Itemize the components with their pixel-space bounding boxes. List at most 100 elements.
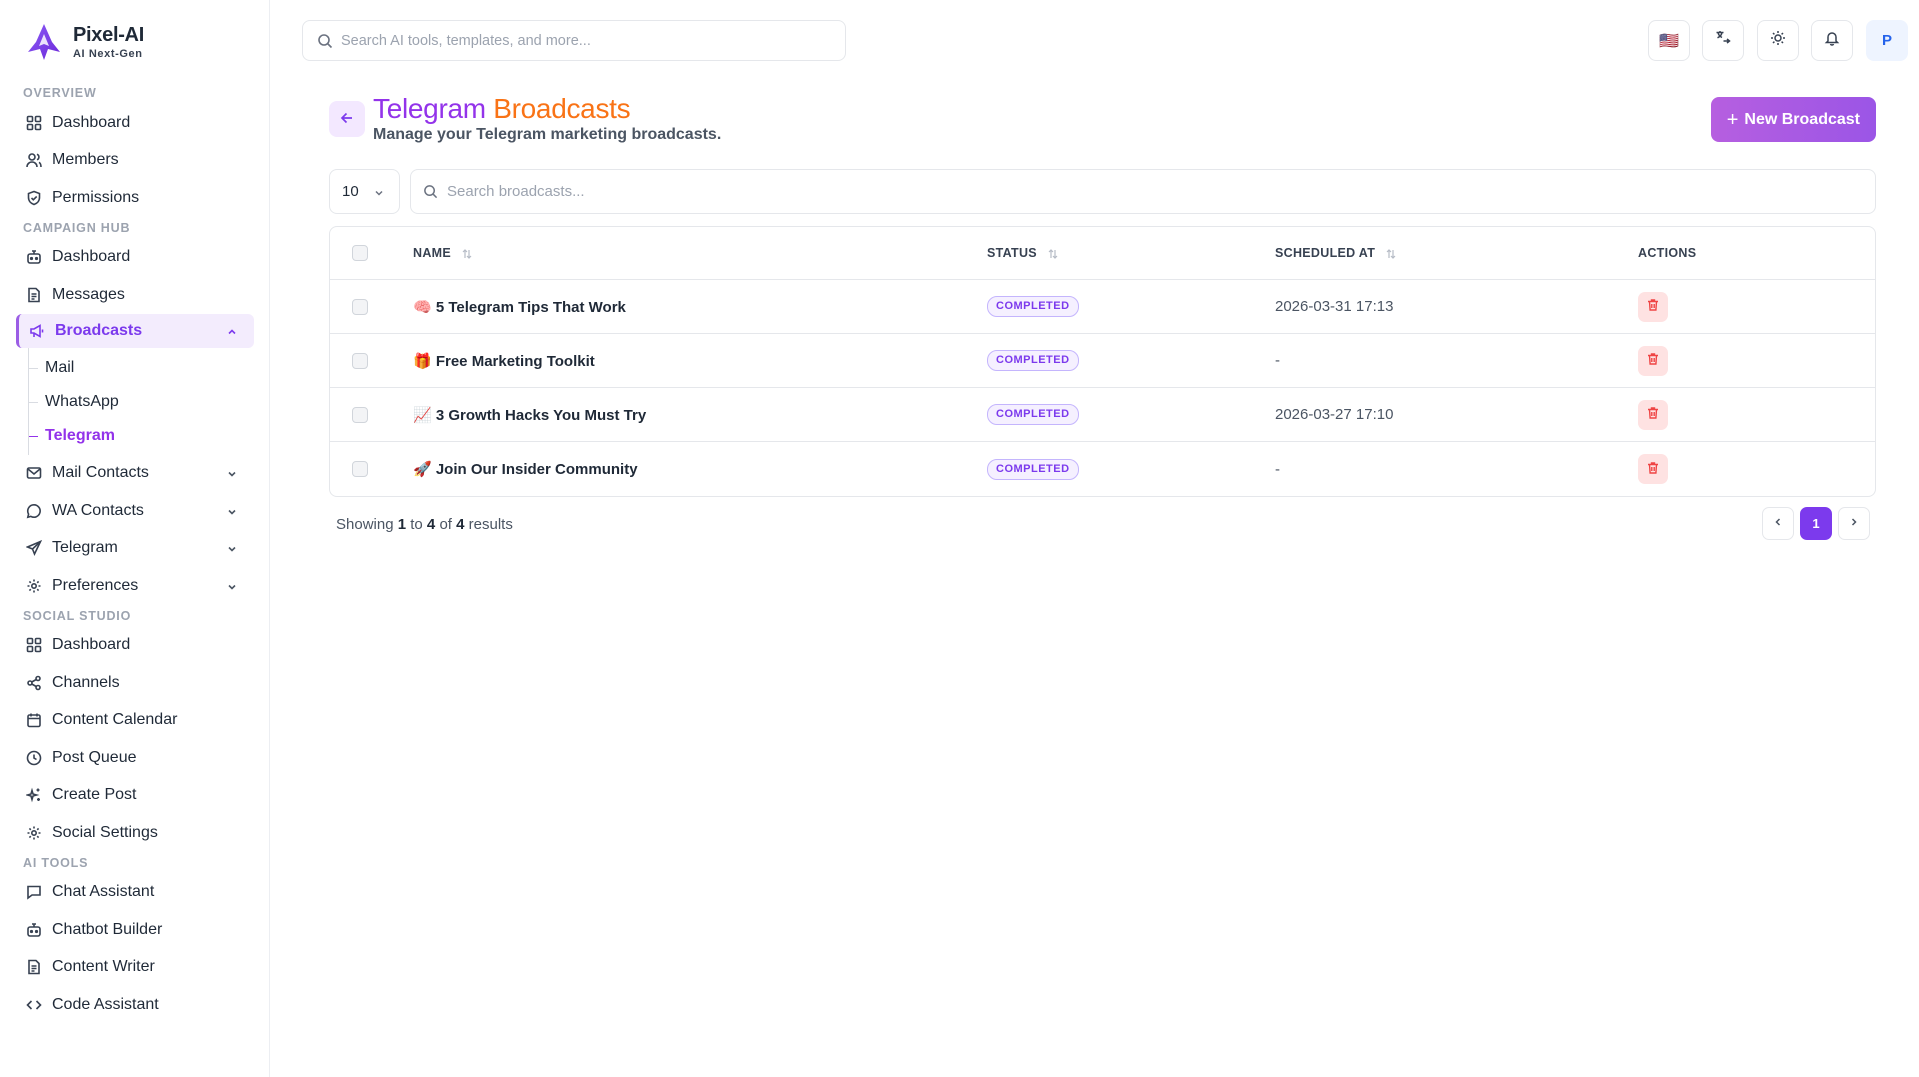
megaphone-icon	[29, 323, 45, 339]
sidebar-subitem-whatsapp[interactable]: WhatsApp	[29, 385, 269, 419]
global-search[interactable]	[302, 20, 846, 61]
back-button[interactable]	[329, 101, 365, 137]
sidebar-item-post-queue[interactable]: Post Queue	[0, 739, 269, 777]
table-row[interactable]: 🎁 Free Marketing Toolkit COMPLETED -	[330, 334, 1875, 388]
sidebar-item-content-writer[interactable]: Content Writer	[0, 949, 269, 987]
sparkles-icon	[26, 787, 42, 803]
bot-icon	[26, 922, 42, 938]
prev-page-button[interactable]	[1762, 507, 1794, 540]
sidebar-item-messages[interactable]: Messages	[0, 276, 269, 314]
translate-button[interactable]	[1702, 20, 1744, 61]
row-checkbox[interactable]	[352, 352, 368, 369]
sidebar-item-chat-assistant[interactable]: Chat Assistant	[0, 874, 269, 912]
brand-name: Pixel-AI	[73, 24, 144, 46]
sidebar-item-channels[interactable]: Channels	[0, 664, 269, 702]
sidebar-item-dashboard[interactable]: Dashboard	[0, 104, 269, 142]
sort-icon	[1047, 247, 1059, 259]
sidebar-item-permissions[interactable]: Permissions	[0, 179, 269, 217]
table-footer: Showing 1 to 4 of 4 results 1	[329, 507, 1876, 543]
logo[interactable]: Pixel-AI AI Next-Gen	[24, 22, 144, 62]
sidebar-item-label: Social Settings	[52, 823, 158, 841]
sidebar-item-campaign-dashboard[interactable]: Dashboard	[0, 239, 269, 277]
section-social-studio: SOCIAL STUDIO	[23, 608, 132, 623]
delete-button[interactable]	[1638, 399, 1668, 430]
select-all-checkbox[interactable]	[352, 245, 368, 261]
row-checkbox[interactable]	[352, 298, 368, 315]
results-summary: Showing 1 to 4 of 4 results	[336, 516, 513, 533]
sidebar-item-label: Channels	[52, 673, 120, 691]
trash-icon	[1646, 406, 1660, 423]
broadcast-search-input[interactable]	[447, 183, 1827, 200]
language-button[interactable]: 🇺🇸	[1648, 20, 1690, 61]
sidebar-item-label: Members	[52, 151, 119, 169]
row-checkbox[interactable]	[352, 406, 368, 423]
broadcast-name[interactable]: 🚀 Join Our Insider Community	[413, 460, 638, 478]
sidebar-item-label: Messages	[52, 285, 125, 303]
chevron-right-icon	[1848, 515, 1860, 533]
sidebar-item-label: Create Post	[52, 786, 137, 804]
sidebar-item-members[interactable]: Members	[0, 142, 269, 180]
page-title-part1: Telegram	[373, 93, 486, 124]
sidebar-item-label: Broadcasts	[55, 321, 143, 339]
sidebar-item-broadcasts[interactable]: Broadcasts	[16, 313, 254, 348]
broadcast-name[interactable]: 🧠 5 Telegram Tips That Work	[413, 298, 626, 316]
sidebar-item-content-calendar[interactable]: Content Calendar	[0, 702, 269, 740]
delete-button[interactable]	[1638, 345, 1668, 376]
sidebar-subitem-mail[interactable]: Mail	[29, 351, 269, 385]
chevron-down-icon[interactable]	[226, 542, 238, 554]
sidebar-item-label: WA Contacts	[52, 501, 144, 519]
global-search-input[interactable]	[341, 32, 821, 49]
sidebar-item-social-settings[interactable]: Social Settings	[0, 814, 269, 852]
broadcast-search[interactable]	[410, 169, 1876, 214]
sidebar-item-create-post[interactable]: Create Post	[0, 777, 269, 815]
scheduled-at: 2026-03-27 17:10	[1275, 406, 1394, 423]
next-page-button[interactable]	[1838, 507, 1870, 540]
sidebar-item-wa-contacts[interactable]: WA Contacts	[0, 492, 269, 530]
row-checkbox[interactable]	[352, 461, 368, 477]
section-campaign-hub: CAMPAIGN HUB	[23, 220, 131, 235]
column-header-scheduled-at[interactable]: SCHEDULED AT	[1275, 227, 1397, 279]
sidebar-item-label: Dashboard	[52, 113, 131, 131]
delete-button[interactable]	[1638, 291, 1668, 322]
broadcast-name[interactable]: 📈 3 Growth Hacks You Must Try	[413, 406, 646, 424]
sidebar-item-chatbot-builder[interactable]: Chatbot Builder	[0, 911, 269, 949]
broadcast-name[interactable]: 🎁 Free Marketing Toolkit	[413, 352, 595, 370]
bot-icon	[26, 249, 42, 265]
theme-toggle-button[interactable]	[1757, 20, 1799, 61]
sidebar-subitem-telegram[interactable]: Telegram	[29, 419, 269, 453]
chevron-down-icon[interactable]	[226, 505, 238, 517]
new-broadcast-button[interactable]: + New Broadcast	[1710, 97, 1876, 142]
chat-bubble-icon	[26, 503, 42, 519]
chevron-down-icon[interactable]	[226, 580, 238, 592]
notifications-button[interactable]	[1811, 20, 1853, 61]
column-header-status[interactable]: STATUS	[987, 227, 1059, 279]
search-icon	[317, 33, 333, 49]
page-button-1[interactable]: 1	[1800, 507, 1832, 540]
sidebar-item-social-dashboard[interactable]: Dashboard	[0, 627, 269, 665]
sidebar-item-label: Dashboard	[52, 636, 131, 654]
column-header-name[interactable]: NAME	[413, 227, 473, 279]
delete-button[interactable]	[1638, 454, 1668, 484]
per-page-value: 10	[342, 183, 359, 200]
table-row[interactable]: 🚀 Join Our Insider Community COMPLETED -	[330, 442, 1875, 496]
avatar[interactable]: P	[1866, 20, 1908, 61]
search-icon	[423, 184, 438, 199]
per-page-select[interactable]: 10	[329, 169, 400, 214]
sidebar-item-preferences[interactable]: Preferences	[0, 567, 269, 605]
trash-icon	[1646, 298, 1660, 315]
sidebar-item-label: Dashboard	[52, 248, 131, 266]
sidebar-item-code-assistant[interactable]: Code Assistant	[0, 986, 269, 1024]
sidebar-item-label: Content Calendar	[52, 711, 178, 729]
chevron-up-icon[interactable]	[226, 325, 238, 337]
table-row[interactable]: 📈 3 Growth Hacks You Must Try COMPLETED …	[330, 388, 1875, 442]
sun-icon	[1770, 30, 1786, 51]
sidebar-item-label: Chatbot Builder	[52, 920, 163, 938]
sidebar-item-mail-contacts[interactable]: Mail Contacts	[0, 455, 269, 493]
trash-icon	[1646, 352, 1660, 369]
mail-icon	[26, 465, 42, 481]
sidebar-item-label: Preferences	[52, 576, 139, 594]
chevron-left-icon	[1772, 515, 1784, 533]
table-row[interactable]: 🧠 5 Telegram Tips That Work COMPLETED 20…	[330, 280, 1875, 334]
sidebar-item-telegram[interactable]: Telegram	[0, 530, 269, 568]
chevron-down-icon[interactable]	[226, 467, 238, 479]
